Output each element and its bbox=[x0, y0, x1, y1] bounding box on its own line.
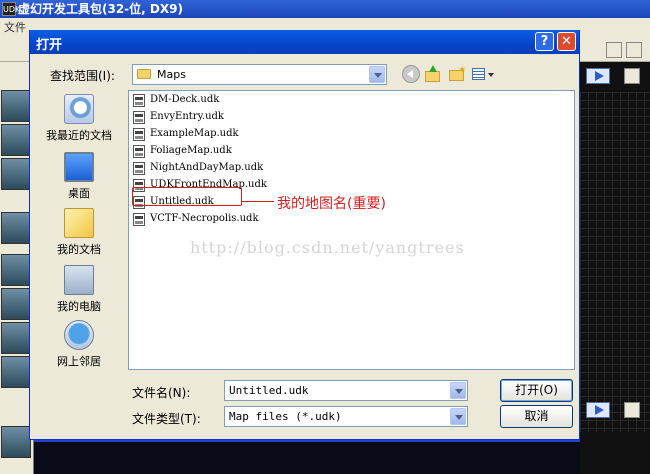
close-button[interactable]: ✕ bbox=[557, 32, 576, 51]
open-button[interactable]: 打开(O) bbox=[500, 379, 573, 402]
place-label: 我的电脑 bbox=[57, 300, 101, 313]
place-label: 网上邻居 bbox=[57, 355, 101, 368]
toolbar-square-icon[interactable] bbox=[626, 42, 642, 58]
file-name-value: Untitled.udk bbox=[229, 384, 309, 397]
new-folder-icon[interactable]: ✶ bbox=[448, 65, 466, 83]
app-viewport-right bbox=[580, 42, 650, 474]
watermark: http://blog.csdn.net/yangtrees bbox=[190, 238, 465, 257]
look-in-value: Maps bbox=[157, 68, 186, 81]
chevron-down-icon[interactable] bbox=[369, 66, 385, 83]
chevron-down-icon[interactable] bbox=[450, 382, 466, 399]
help-button[interactable]: ? bbox=[535, 32, 554, 51]
place-label: 桌面 bbox=[68, 187, 90, 200]
chevron-down-icon[interactable] bbox=[450, 408, 466, 425]
folder-icon bbox=[137, 69, 151, 79]
file-type-label: 文件类型(T): bbox=[132, 412, 201, 426]
file-type-select[interactable]: Map files (*.udk) bbox=[224, 406, 468, 427]
annotation-line bbox=[242, 201, 274, 202]
place-desktop[interactable]: 桌面 bbox=[38, 150, 120, 206]
desktop-icon bbox=[64, 152, 94, 182]
up-folder-icon[interactable] bbox=[424, 65, 442, 83]
dialog-title: 打开 bbox=[36, 38, 63, 53]
network-icon bbox=[64, 320, 94, 350]
annotation-text: 我的地图名(重要) bbox=[277, 196, 386, 212]
tool-icon[interactable] bbox=[1, 288, 31, 320]
toolbar-square-icon[interactable] bbox=[606, 42, 622, 58]
back-icon[interactable] bbox=[402, 65, 420, 83]
menu-file[interactable]: 文件 bbox=[4, 21, 26, 34]
play-button[interactable] bbox=[586, 68, 610, 84]
udk-file-icon bbox=[133, 94, 145, 107]
tool-icon[interactable] bbox=[1, 254, 31, 286]
viewport-option-icon[interactable] bbox=[624, 68, 640, 84]
udk-file-icon bbox=[133, 213, 145, 226]
dialog-titlebar[interactable]: 打开 ? ✕ bbox=[30, 30, 579, 54]
look-in-combo[interactable]: Maps bbox=[132, 64, 387, 85]
annotation-highlight-box bbox=[132, 187, 242, 206]
place-label: 我的文档 bbox=[57, 243, 101, 256]
file-name: FoliageMap.udk bbox=[150, 145, 232, 156]
udk-logo-icon: UDK bbox=[2, 2, 20, 16]
views-menu-icon[interactable] bbox=[472, 65, 494, 83]
tool-icon[interactable] bbox=[1, 212, 31, 244]
tool-icon[interactable] bbox=[1, 124, 31, 156]
place-my-documents[interactable]: 我的文档 bbox=[38, 206, 120, 262]
file-name: ExampleMap.udk bbox=[150, 128, 239, 139]
app-titlebar: 虚幻开发工具包(32-位, DX9) bbox=[0, 0, 650, 18]
file-name-field[interactable]: Untitled.udk bbox=[224, 380, 468, 401]
tool-icon[interactable] bbox=[1, 426, 31, 458]
file-name: VCTF-Necropolis.udk bbox=[150, 213, 259, 224]
places-bar: 我最近的文档 桌面 我的文档 我的电脑 网上邻居 bbox=[38, 92, 120, 372]
app-bottom-viewport bbox=[34, 440, 580, 474]
file-type-value: Map files (*.udk) bbox=[229, 410, 342, 423]
viewport-grid bbox=[580, 92, 650, 432]
play-button[interactable] bbox=[586, 402, 610, 418]
place-recent-documents[interactable]: 我最近的文档 bbox=[38, 92, 120, 148]
look-in-label: 查找范围(I): bbox=[50, 69, 115, 83]
place-label: 我最近的文档 bbox=[46, 129, 112, 142]
file-name: EnvyEntry.udk bbox=[150, 111, 224, 122]
file-name-label: 文件名(N): bbox=[132, 386, 191, 400]
app-title: 虚幻开发工具包(32-位, DX9) bbox=[18, 2, 183, 16]
my-computer-icon bbox=[64, 265, 94, 295]
viewport-option-icon[interactable] bbox=[624, 402, 640, 418]
place-network[interactable]: 网上邻居 bbox=[38, 318, 120, 374]
cancel-button[interactable]: 取消 bbox=[500, 405, 573, 428]
my-documents-icon bbox=[64, 208, 94, 238]
tool-icon[interactable] bbox=[1, 90, 31, 122]
tool-icon[interactable] bbox=[1, 322, 31, 354]
file-list[interactable]: DM-Deck.udk EnvyEntry.udk ExampleMap.udk… bbox=[128, 90, 575, 370]
place-my-computer[interactable]: 我的电脑 bbox=[38, 263, 120, 319]
file-name: NightAndDayMap.udk bbox=[150, 162, 264, 173]
tool-icon[interactable] bbox=[1, 356, 31, 388]
file-name: DM-Deck.udk bbox=[150, 94, 220, 105]
udk-file-icon bbox=[133, 145, 145, 158]
udk-file-icon bbox=[133, 128, 145, 141]
open-dialog: 打开 ? ✕ 查找范围(I): Maps ✶ 我最近的文档 桌面 我的文档 我的… bbox=[29, 30, 580, 440]
recent-documents-icon bbox=[64, 94, 94, 124]
udk-file-icon bbox=[133, 162, 145, 175]
udk-file-icon bbox=[133, 111, 145, 124]
tool-icon[interactable] bbox=[1, 158, 31, 190]
